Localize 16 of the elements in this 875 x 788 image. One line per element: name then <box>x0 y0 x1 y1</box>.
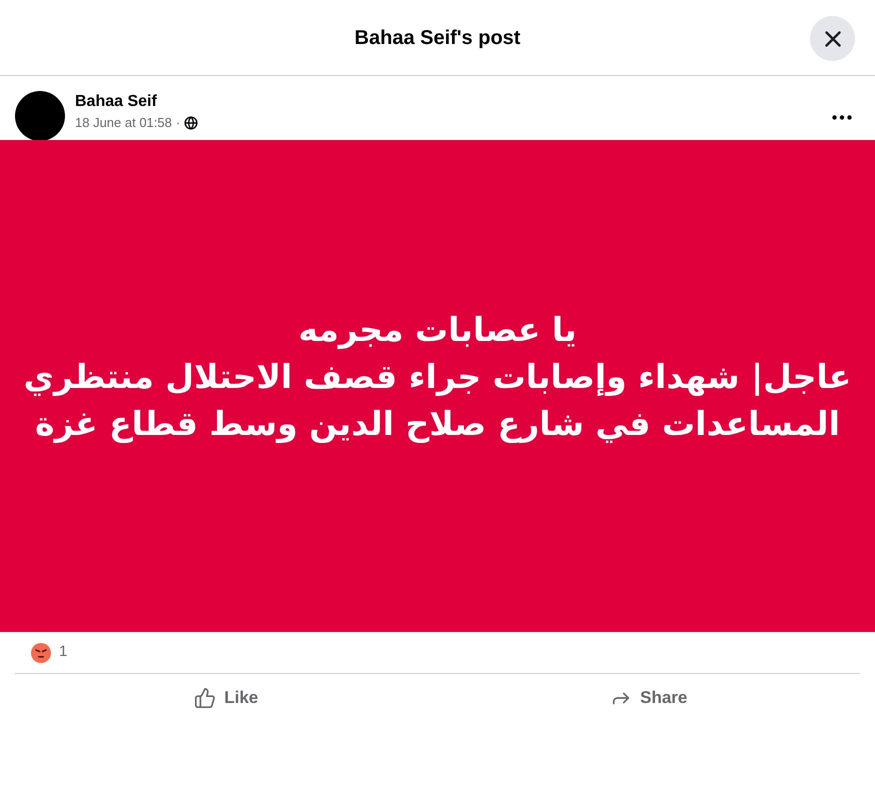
post-text-line: المساعدات في شارع صلاح الدين وسط قطاع غزة <box>35 402 840 445</box>
reaction-count[interactable]: 1 <box>59 641 68 664</box>
dialog-title: Bahaa Seif's post <box>354 26 520 50</box>
close-button[interactable] <box>810 16 855 61</box>
share-button[interactable]: Share <box>606 685 692 711</box>
separator-dot: · <box>176 114 180 132</box>
angry-reaction-icon[interactable] <box>31 642 51 662</box>
post-timestamp[interactable]: 18 June at 01:58 <box>75 114 172 132</box>
thumbs-up-icon <box>194 687 216 709</box>
more-icon <box>832 114 852 120</box>
post-text-line: عاجل| شهداء وإصابات جراء قصف الاحتلال منتظري <box>24 356 852 398</box>
author-name[interactable]: Bahaa Seif <box>75 92 198 112</box>
globe-icon <box>184 116 198 130</box>
like-button[interactable]: Like <box>190 685 262 711</box>
post-text-line: يا عصابات مجرمه <box>298 308 577 351</box>
avatar[interactable] <box>15 91 65 141</box>
